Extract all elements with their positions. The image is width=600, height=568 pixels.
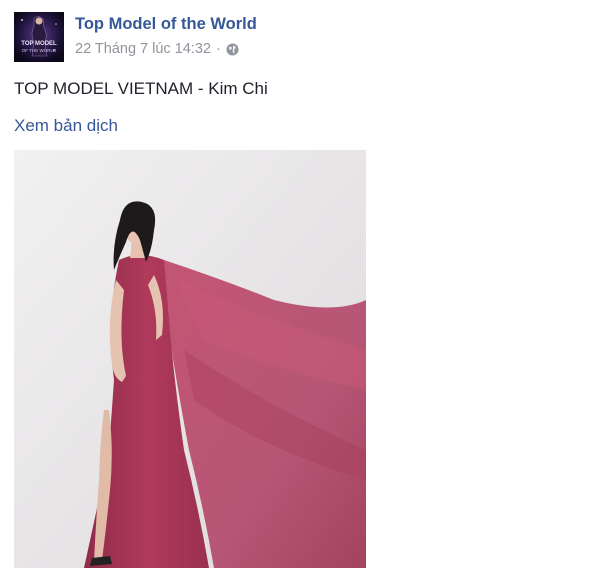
post-photo[interactable] bbox=[14, 150, 366, 568]
page-name-link[interactable]: Top Model of the World bbox=[75, 15, 257, 34]
avatar-image: TOP MODEL OF THE WORLD bbox=[14, 12, 64, 62]
post-timestamp[interactable]: 22 Tháng 7 lúc 14:32 bbox=[75, 41, 211, 57]
globe-icon[interactable] bbox=[226, 43, 239, 56]
page-avatar[interactable]: TOP MODEL OF THE WORLD bbox=[14, 12, 64, 62]
svg-text:TOP MODEL: TOP MODEL bbox=[21, 41, 57, 47]
facebook-post: TOP MODEL OF THE WORLD Top Model of the … bbox=[0, 0, 600, 568]
meta-separator: · bbox=[215, 41, 221, 57]
svg-text:OF THE WORLD: OF THE WORLD bbox=[22, 48, 57, 53]
model-photo-image bbox=[14, 150, 366, 568]
post-text: TOP MODEL VIETNAM - Kim Chi bbox=[14, 79, 268, 98]
see-translation-link[interactable]: Xem bản dịch bbox=[14, 116, 118, 136]
post-meta: 22 Tháng 7 lúc 14:32 · bbox=[75, 41, 239, 57]
